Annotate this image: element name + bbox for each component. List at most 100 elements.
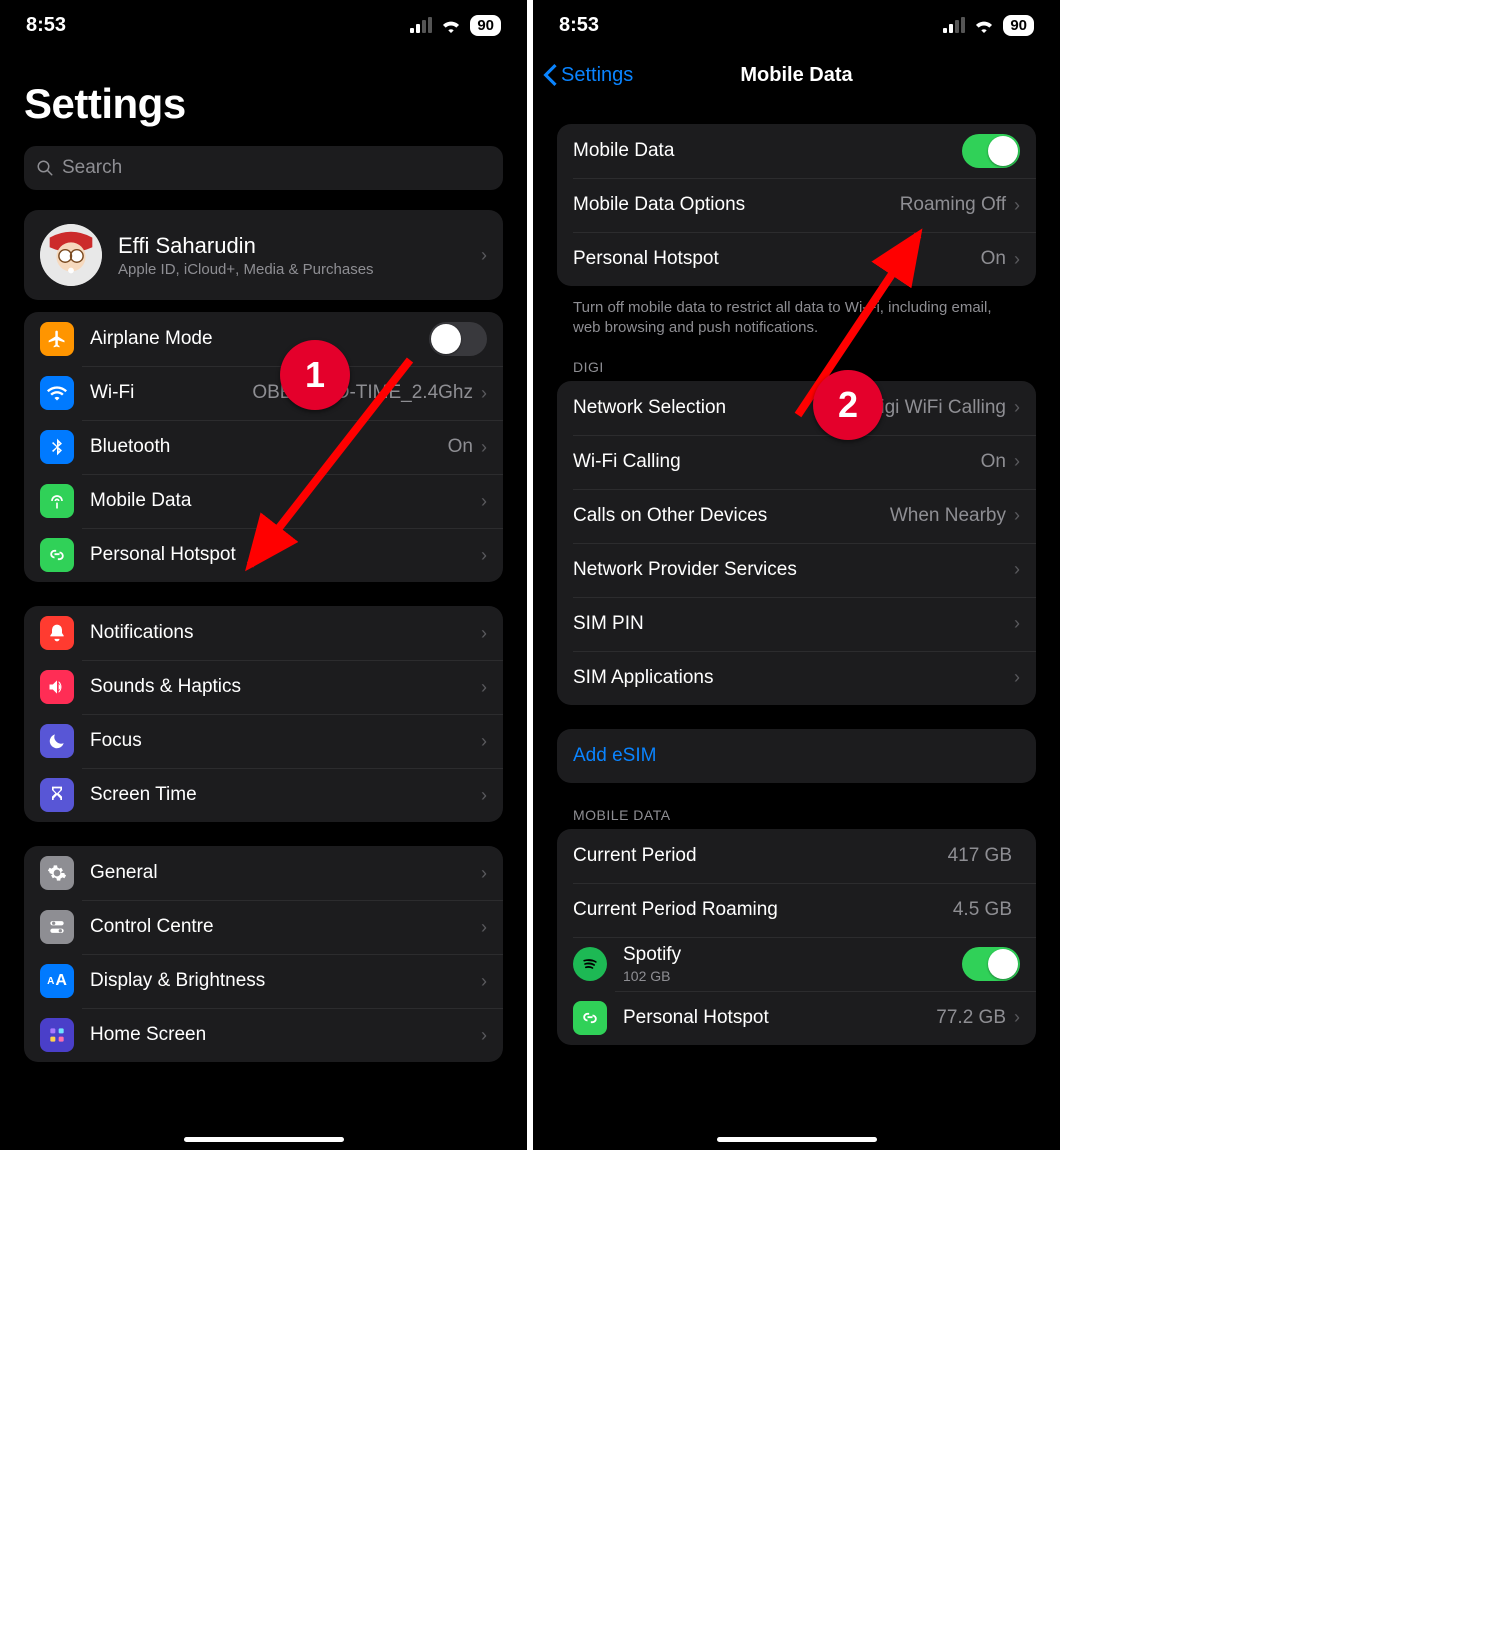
current-period-roaming-row: Current Period Roaming 4.5 GB	[557, 883, 1036, 937]
chevron-right-icon: ›	[1014, 397, 1020, 418]
gear-icon	[40, 856, 74, 890]
network-selection-row[interactable]: Network Selection Digi WiFi Calling ›	[557, 381, 1036, 435]
general-label: General	[90, 862, 158, 884]
usage-group: Current Period 417 GB Current Period Roa…	[557, 829, 1036, 1045]
network-provider-services-row[interactable]: Network Provider Services ›	[557, 543, 1036, 597]
search-field[interactable]	[24, 146, 503, 190]
personal-hotspot-row[interactable]: Personal Hotspot ›	[24, 528, 503, 582]
airplane-mode-toggle[interactable]	[429, 322, 487, 356]
screenshot-settings-main: 8:53 90 Settings	[0, 0, 527, 1150]
sim-pin-row[interactable]: SIM PIN ›	[557, 597, 1036, 651]
esim-group: Add eSIM	[557, 729, 1036, 783]
apple-id-row[interactable]: Effi Saharudin Apple ID, iCloud+, Media …	[24, 210, 503, 300]
screenshot-mobile-data: 8:53 90 Settings Mobile Data Mobile Data…	[533, 0, 1060, 1150]
bell-icon	[40, 616, 74, 650]
chevron-right-icon: ›	[481, 437, 487, 458]
chevron-right-icon: ›	[481, 731, 487, 752]
bluetooth-label: Bluetooth	[90, 436, 170, 458]
spotify-label: Spotify	[623, 944, 681, 966]
network-provider-label: Network Provider Services	[573, 559, 797, 581]
wifi-calling-label: Wi-Fi Calling	[573, 451, 681, 473]
mobile-data-toggle[interactable]	[962, 134, 1020, 168]
avatar	[40, 224, 102, 286]
screentime-label: Screen Time	[90, 784, 197, 806]
home-screen-label: Home Screen	[90, 1024, 206, 1046]
app-usage-spotify-row[interactable]: Spotify 102 GB	[557, 937, 1036, 991]
wifi-icon	[440, 17, 462, 33]
spotify-toggle[interactable]	[962, 947, 1020, 981]
personal-hotspot-label: Personal Hotspot	[573, 248, 719, 270]
screentime-row[interactable]: Screen Time ›	[24, 768, 503, 822]
profile-text: Effi Saharudin Apple ID, iCloud+, Media …	[118, 233, 374, 278]
chevron-right-icon: ›	[481, 491, 487, 512]
notifications-row[interactable]: Notifications ›	[24, 606, 503, 660]
mobile-data-toggle-row[interactable]: Mobile Data	[557, 124, 1036, 178]
mobile-data-label: Mobile Data	[573, 140, 674, 162]
wifi-icon	[40, 376, 74, 410]
wifi-label: Wi-Fi	[90, 382, 134, 404]
add-esim-label: Add eSIM	[573, 745, 656, 767]
bluetooth-icon	[40, 430, 74, 464]
wifi-calling-row[interactable]: Wi-Fi Calling On ›	[557, 435, 1036, 489]
carrier-group: Network Selection Digi WiFi Calling › Wi…	[557, 381, 1036, 705]
wifi-row[interactable]: Wi-Fi OBEFIEND-TIME_2.4Ghz ›	[24, 366, 503, 420]
speaker-icon	[40, 670, 74, 704]
status-bar: 8:53 90	[0, 0, 527, 50]
personal-hotspot-row[interactable]: Personal Hotspot On ›	[557, 232, 1036, 286]
personal-hotspot-usage-value: 77.2 GB	[936, 1007, 1006, 1029]
bluetooth-row[interactable]: Bluetooth On ›	[24, 420, 503, 474]
page-title: Settings	[0, 50, 527, 146]
mobile-data-footer: Turn off mobile data to restrict all dat…	[573, 298, 1020, 339]
sounds-label: Sounds & Haptics	[90, 676, 241, 698]
calls-other-value: When Nearby	[890, 505, 1006, 527]
display-label: Display & Brightness	[90, 970, 265, 992]
chevron-right-icon: ›	[481, 383, 487, 404]
digi-header: DIGI	[573, 359, 1020, 375]
chevron-right-icon: ›	[481, 785, 487, 806]
app-usage-hotspot-row[interactable]: Personal Hotspot 77.2 GB ›	[557, 991, 1036, 1045]
airplane-mode-row[interactable]: Airplane Mode	[24, 312, 503, 366]
chevron-right-icon: ›	[1014, 451, 1020, 472]
cellular-signal-icon	[943, 17, 965, 33]
display-row[interactable]: AA Display & Brightness ›	[24, 954, 503, 1008]
sim-applications-label: SIM Applications	[573, 667, 713, 689]
battery-badge: 90	[1003, 15, 1034, 36]
mobile-data-options-row[interactable]: Mobile Data Options Roaming Off ›	[557, 178, 1036, 232]
chevron-right-icon: ›	[1014, 1007, 1020, 1028]
add-esim-row[interactable]: Add eSIM	[557, 729, 1036, 783]
profile-subtitle: Apple ID, iCloud+, Media & Purchases	[118, 261, 374, 278]
status-right: 90	[410, 15, 501, 36]
annotation-badge-2: 2	[813, 370, 883, 440]
focus-row[interactable]: Focus ›	[24, 714, 503, 768]
spotify-usage: 102 GB	[623, 968, 681, 984]
chevron-right-icon: ›	[481, 971, 487, 992]
sounds-row[interactable]: Sounds & Haptics ›	[24, 660, 503, 714]
hotspot-icon	[40, 538, 74, 572]
sim-pin-label: SIM PIN	[573, 613, 644, 635]
current-period-roaming-label: Current Period Roaming	[573, 899, 778, 921]
mobile-data-options-label: Mobile Data Options	[573, 194, 745, 216]
sim-applications-row[interactable]: SIM Applications ›	[557, 651, 1036, 705]
mobile-data-options-value: Roaming Off	[900, 194, 1006, 216]
chevron-right-icon: ›	[1014, 195, 1020, 216]
personal-hotspot-usage-label: Personal Hotspot	[623, 1007, 769, 1029]
current-period-roaming-value: 4.5 GB	[953, 899, 1012, 921]
notifications-label: Notifications	[90, 622, 194, 644]
home-indicator[interactable]	[717, 1137, 877, 1142]
status-time: 8:53	[26, 14, 66, 37]
calls-other-devices-row[interactable]: Calls on Other Devices When Nearby ›	[557, 489, 1036, 543]
sliders-icon	[40, 910, 74, 944]
search-input[interactable]	[62, 157, 491, 179]
chevron-right-icon: ›	[1014, 249, 1020, 270]
general-row[interactable]: General ›	[24, 846, 503, 900]
spotify-text: Spotify 102 GB	[623, 944, 681, 984]
chevron-right-icon: ›	[1014, 667, 1020, 688]
general-group: General › Control Centre › AA Display & …	[24, 846, 503, 1062]
chevron-right-icon: ›	[1014, 613, 1020, 634]
mobile-data-main-group: Mobile Data Mobile Data Options Roaming …	[557, 124, 1036, 286]
back-button[interactable]: Settings	[543, 64, 633, 87]
home-indicator[interactable]	[184, 1137, 344, 1142]
mobile-data-row[interactable]: Mobile Data ›	[24, 474, 503, 528]
home-screen-row[interactable]: Home Screen ›	[24, 1008, 503, 1062]
control-centre-row[interactable]: Control Centre ›	[24, 900, 503, 954]
